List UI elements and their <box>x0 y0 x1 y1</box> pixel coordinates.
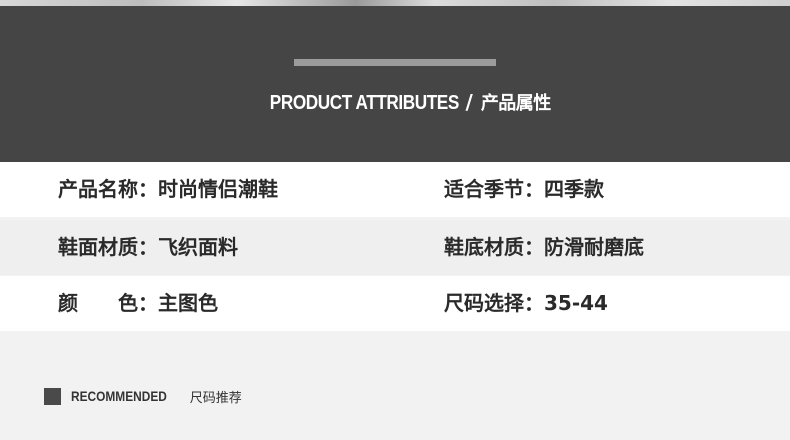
attribute-label: 产品名称： <box>58 177 158 201</box>
attribute-sole-material: 鞋底材质：防滑耐磨底 <box>444 220 644 275</box>
attribute-season: 适合季节：四季款 <box>444 162 604 217</box>
attribute-label: 适合季节： <box>444 177 544 201</box>
attribute-value: 防滑耐磨底 <box>544 235 644 259</box>
attribute-value: 时尚情侣潮鞋 <box>158 177 278 201</box>
header-decorative-bar <box>294 59 496 66</box>
section-header: PRODUCT ATTRIBUTES / 产品属性 <box>0 6 790 162</box>
square-bullet-icon <box>44 387 61 405</box>
attribute-row: 颜 色：主图色 尺码选择：35-44 <box>0 276 790 331</box>
attribute-value: 飞织面料 <box>158 235 238 259</box>
attribute-color: 颜 色：主图色 <box>58 276 218 331</box>
recommended-label-cn: 尺码推荐 <box>189 390 242 406</box>
attribute-product-name: 产品名称：时尚情侣潮鞋 <box>58 162 278 217</box>
recommended-heading: RECOMMENDED 尺码推荐 <box>44 386 242 406</box>
attribute-row: 产品名称：时尚情侣潮鞋 适合季节：四季款 <box>0 162 790 217</box>
attribute-label: 鞋底材质： <box>444 235 544 259</box>
attribute-upper-material: 鞋面材质：飞织面料 <box>58 220 238 275</box>
attribute-size: 尺码选择：35-44 <box>444 276 608 331</box>
attribute-value: 35-44 <box>544 291 608 315</box>
section-title-cn: 产品属性 <box>480 93 552 114</box>
recommended-label-en: RECOMMENDED <box>71 388 167 404</box>
section-title-en: PRODUCT ATTRIBUTES <box>269 92 460 114</box>
section-title: PRODUCT ATTRIBUTES / 产品属性 <box>0 89 790 115</box>
attribute-value: 四季款 <box>544 177 604 201</box>
section-title-separator: / <box>465 90 473 114</box>
attribute-label: 鞋面材质： <box>58 235 158 259</box>
attribute-row: 鞋面材质：飞织面料 鞋底材质：防滑耐磨底 <box>0 220 790 275</box>
attribute-label: 颜 色： <box>58 291 158 315</box>
attribute-label: 尺码选择： <box>444 291 544 315</box>
attribute-value: 主图色 <box>158 291 218 315</box>
